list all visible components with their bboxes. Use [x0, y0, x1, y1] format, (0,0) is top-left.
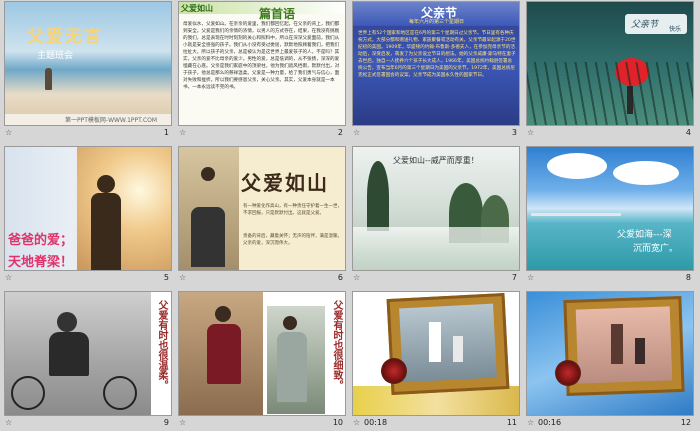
slide-1-number: 1 — [163, 128, 169, 137]
slide-10-canvas: 父爱有时也很细致。 — [178, 291, 346, 416]
slide-11-canvas — [352, 291, 520, 416]
slide-12-number: 12 — [680, 418, 691, 427]
slide-6-number: 6 — [337, 273, 343, 282]
slide-12-canvas — [526, 291, 694, 416]
karst-mountain-image — [367, 161, 389, 231]
slide-thumbnail-4[interactable]: 父亲节 快乐 ☆ 4 — [524, 0, 696, 141]
grass-silhouette-image — [527, 62, 693, 125]
slide-2-tag: 父爱如山 — [181, 4, 213, 13]
slide-8-status-bar: ☆ 8 — [526, 272, 694, 284]
slide-3-subtitle: 每年六月的第三个星期日 — [409, 19, 465, 25]
slide-9-caption: 父爱有时也很温柔。 — [156, 300, 167, 390]
slide-thumbnail-10[interactable]: 父爱有时也很细致。 ☆ 10 — [176, 290, 348, 431]
flower-decoration-image — [555, 360, 581, 386]
slide-thumbnail-2[interactable]: 父爱如山 篇首语 母爱似水，父爱如山。在亲亲的爱里，我们都回忆起，在父亲的背上，… — [176, 0, 348, 141]
slide-1-subtitle: 主题班会 — [37, 51, 74, 61]
slide-thumbnail-5[interactable]: 爸爸的爱； 天地脊梁！ ☆ 5 — [2, 145, 174, 286]
star-icon[interactable]: ☆ — [527, 418, 534, 427]
slide-thumbnail-6[interactable]: 父爱如山 有一种爱化作高山，有一种责任守护着一生一世，不求回报，只是默默付出。这… — [176, 145, 348, 286]
flower-decoration-image — [381, 358, 407, 384]
slide-4-status-bar: ☆ 4 — [526, 127, 694, 139]
slide-7-canvas: 父爱如山--威严而厚重！ — [352, 146, 520, 271]
slide-7-title: 父爱如山--威严而厚重！ — [393, 156, 479, 165]
slide-7-status-bar: ☆ 7 — [352, 272, 520, 284]
walking-figure-image — [45, 68, 52, 90]
star-icon[interactable]: ☆ — [5, 418, 12, 427]
slide-12-timing: 00:16 — [538, 418, 562, 427]
slide-10-status-bar: ☆ 10 — [178, 417, 346, 429]
slide-9-status-bar: ☆ 9 — [4, 417, 172, 429]
star-icon[interactable]: ☆ — [5, 273, 12, 282]
slide-1-canvas: 父爱无言 主题班会 第一PPT模板网-WWW.1PPT.COM — [4, 1, 172, 126]
slide-thumbnail-12[interactable]: ☆ 00:16 12 — [524, 290, 696, 431]
slide-8-canvas: 父爱如海---深 沉而宽广。 — [526, 146, 694, 271]
star-icon[interactable]: ☆ — [527, 128, 534, 137]
slide-8-number: 8 — [685, 273, 691, 282]
star-icon[interactable]: ☆ — [5, 128, 12, 137]
slide-thumbnail-1[interactable]: 父爱无言 主题班会 第一PPT模板网-WWW.1PPT.COM ☆ 1 — [2, 0, 174, 141]
star-icon[interactable]: ☆ — [353, 418, 360, 427]
slide-3-body: 世界上有52个国家和地区是在6月的第三个星期日过父亲节。节日里有各种庆祝方式，大… — [358, 31, 516, 78]
slide-12-status-bar: ☆ 00:16 12 — [526, 417, 694, 429]
cloud-image — [547, 153, 607, 179]
slide-2-number: 2 — [337, 128, 343, 137]
slide-2-status-bar: ☆ 2 — [178, 127, 346, 139]
slide-4-number: 4 — [685, 128, 691, 137]
slide-1-status-bar: ☆ 1 — [4, 127, 172, 139]
star-icon[interactable]: ☆ — [179, 273, 186, 282]
slide-thumbnail-7[interactable]: 父爱如山--威严而厚重！ ☆ 7 — [350, 145, 522, 286]
slide-4-subtitle: 快乐 — [669, 26, 682, 33]
star-icon[interactable]: ☆ — [527, 273, 534, 282]
slide-11-number: 11 — [506, 418, 517, 427]
slide-sorter-grid: 父爱无言 主题班会 第一PPT模板网-WWW.1PPT.COM ☆ 1 父爱如山… — [0, 0, 700, 431]
slide-11-status-bar: ☆ 00:18 11 — [352, 417, 520, 429]
star-icon[interactable]: ☆ — [353, 273, 360, 282]
family-photo — [575, 306, 673, 384]
slide-3-canvas: 父亲节 每年六月的第三个星期日 世界上有52个国家和地区是在6月的第三个星期日过… — [352, 1, 520, 126]
slide-4-title: 父亲节 — [631, 20, 659, 30]
slide-2-title: 篇首语 — [259, 7, 296, 21]
slide-7-number: 7 — [511, 273, 517, 282]
slide-5-number: 5 — [163, 273, 169, 282]
walking-together-photo — [399, 303, 497, 383]
slide-4-canvas: 父亲节 快乐 — [526, 1, 694, 126]
pier-image — [531, 213, 621, 216]
slide-thumbnail-9[interactable]: 父爱有时也很温柔。 ☆ 9 — [2, 290, 174, 431]
slide-6-title: 父爱如山 — [241, 171, 329, 195]
slide-9-number: 9 — [163, 418, 169, 427]
star-icon[interactable]: ☆ — [353, 128, 360, 137]
slide-5-status-bar: ☆ 5 — [4, 272, 172, 284]
slide-thumbnail-8[interactable]: 父爱如海---深 沉而宽广。 ☆ 8 — [524, 145, 696, 286]
slide-6-status-bar: ☆ 6 — [178, 272, 346, 284]
slide-thumbnail-3[interactable]: 父亲节 每年六月的第三个星期日 世界上有52个国家和地区是在6月的第三个星期日过… — [350, 0, 522, 141]
slide-9-canvas: 父爱有时也很温柔。 — [4, 291, 172, 416]
slide-5-line1: 爸爸的爱； — [8, 233, 74, 248]
slide-6-text1: 有一种爱化作高山，有一种责任守护着一生一世，不求回报，只是默默付出。这就是父爱。 — [243, 204, 342, 216]
slide-6-text2: 责备的背后，藏着关怀；无声的陪伴，满是温暖。父亲的爱，深沉而伟大。 — [243, 234, 342, 246]
star-icon[interactable]: ☆ — [179, 128, 186, 137]
slide-3-status-bar: ☆ 3 — [352, 127, 520, 139]
slide-5-line2: 天地脊梁！ — [8, 255, 74, 270]
slide-10-caption: 父爱有时也很细致。 — [331, 300, 342, 390]
slide-2-body: 母爱似水，父爱如山。在亲亲的爱里，我们都回忆起，在父亲的背上，我们都到安全。父爱… — [183, 22, 340, 90]
slide-1-title: 父爱无言 — [27, 27, 103, 47]
slide-2-canvas: 父爱如山 篇首语 母爱似水，父爱如山。在亲亲的爱里，我们都回忆起，在父亲的背上，… — [178, 1, 346, 126]
slide-11-timing: 00:18 — [364, 418, 388, 427]
slide-6-canvas: 父爱如山 有一种爱化作高山，有一种责任守护着一生一世，不求回报，只是默默付出。这… — [178, 146, 346, 271]
star-icon[interactable]: ☆ — [179, 418, 186, 427]
slide-thumbnail-11[interactable]: ☆ 00:18 11 — [350, 290, 522, 431]
slide-10-number: 10 — [332, 418, 343, 427]
slide-8-line1: 父爱如海---深 — [617, 230, 672, 240]
slide-1-footer: 第一PPT模板网-WWW.1PPT.COM — [5, 114, 171, 125]
slide-3-number: 3 — [511, 128, 517, 137]
slide-8-line2: 沉而宽广。 — [633, 244, 679, 254]
slide-5-canvas: 爸爸的爱； 天地脊梁！ — [4, 146, 172, 271]
